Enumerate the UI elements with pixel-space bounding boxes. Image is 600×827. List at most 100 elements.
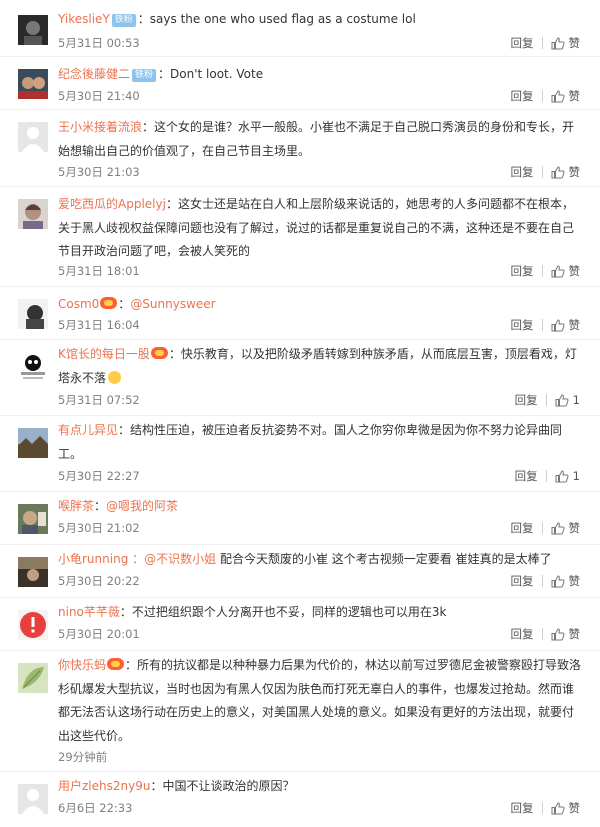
like-label: 赞 — [568, 801, 581, 815]
mention-link[interactable]: ：@不识数小姐 — [132, 552, 216, 566]
comment-item: K馆长的每日一股 ：快乐教育，以及把阶级矛盾转嫁到种族矛盾，从而底层互害，顶层看戏… — [0, 340, 600, 416]
username-link[interactable]: 你快乐蚂 — [58, 658, 106, 672]
comment-body: 配合今天颓废的小崔 这个考古视频一定要看 崔娃真的是太棒了 — [219, 552, 552, 566]
avatar[interactable] — [18, 69, 48, 99]
divider — [541, 319, 543, 331]
mention-link[interactable]: @嗯我的阿茶 — [106, 499, 178, 513]
reply-button[interactable]: 回复 — [511, 35, 534, 51]
avatar[interactable] — [18, 557, 48, 587]
reply-button[interactable]: 回复 — [511, 626, 534, 642]
like-button[interactable]: 赞 — [551, 520, 581, 536]
like-label: 赞 — [568, 318, 581, 332]
avatar[interactable] — [18, 663, 48, 693]
like-button[interactable]: 赞 — [551, 263, 581, 279]
timestamp: 5月31日 18:01 — [58, 264, 140, 278]
comment-actions: 回复 1 — [515, 468, 580, 484]
reply-button[interactable]: 回复 — [511, 800, 534, 816]
like-label: 赞 — [568, 627, 581, 641]
like-button[interactable]: 赞 — [551, 164, 580, 180]
timestamp: 5月30日 21:03 — [58, 165, 140, 179]
like-label: 赞 — [568, 36, 581, 50]
avatar[interactable] — [18, 15, 48, 45]
avatar[interactable] — [18, 504, 48, 534]
comment-text: nino芊芊薇：不过把组织跟个人分离开也不妥，同样的逻辑也可以用在3k — [58, 601, 582, 625]
timestamp: 5月30日 22:27 — [58, 469, 140, 483]
avatar[interactable] — [18, 784, 48, 814]
like-button[interactable]: 赞 — [551, 88, 581, 104]
like-button[interactable]: 赞 — [551, 35, 581, 51]
divider — [541, 37, 543, 49]
like-label: 赞 — [568, 89, 581, 103]
reply-button[interactable]: 回复 — [511, 520, 534, 536]
username-link[interactable]: 有点儿异见 — [58, 423, 118, 437]
divider — [541, 90, 543, 102]
comment-actions: 回复 赞 — [511, 520, 581, 536]
comment-body: ： — [94, 499, 107, 513]
comment-body: ： — [118, 297, 131, 311]
username-link[interactable]: 王小米接着流浪 — [58, 120, 142, 134]
comment-actions: 回复 赞 — [511, 164, 581, 180]
reply-button[interactable]: 回复 — [515, 468, 538, 484]
thumbs-up-icon — [555, 469, 569, 482]
comment-item: Cosm0 ：@Sunnysweer 5月31日 16:04 回复 赞 — [0, 287, 600, 340]
avatar[interactable] — [18, 122, 48, 152]
comment-actions: 回复 赞 — [511, 317, 581, 333]
comment-text: 爱吃西瓜的Applelyj：这女士还是站在白人和上层阶级来说话的，她思考的人多问… — [58, 193, 582, 264]
like-button[interactable]: 赞 — [551, 800, 581, 816]
reply-button[interactable]: 回复 — [511, 573, 534, 589]
divider — [545, 394, 547, 406]
comment-actions: 回复 赞 — [511, 88, 581, 104]
username-link[interactable]: K馆长的每日一股 — [58, 347, 150, 361]
thumbs-up-icon — [551, 801, 564, 814]
username-link[interactable]: Cosm0 — [58, 297, 99, 311]
thumbs-up-icon — [551, 89, 564, 102]
comment-actions: 回复 赞 — [511, 573, 581, 589]
avatar[interactable] — [18, 299, 48, 329]
thumbs-up-icon — [551, 36, 564, 49]
avatar[interactable] — [18, 199, 48, 229]
divider — [541, 802, 543, 814]
like-button[interactable]: 赞 — [551, 626, 581, 642]
like-label: 赞 — [568, 521, 581, 535]
username-link[interactable]: 爱吃西瓜的Applelyj — [58, 197, 166, 211]
comment-text: 用户zlehs2ny9u：中国不让谈政治的原因？ — [58, 775, 582, 799]
username-link[interactable]: 喉胖茶 — [58, 499, 94, 513]
comment-text: Cosm0 ：@Sunnysweer — [58, 293, 582, 317]
divider — [541, 166, 543, 178]
reply-button[interactable]: 回复 — [511, 317, 534, 333]
avatar[interactable] — [18, 610, 48, 640]
thumbs-up-icon — [551, 318, 564, 331]
comment-text: 有点儿异见：结构性压迫，被压迫者反抗姿势不对。国人之你穷你卑微是因为你不努力论异… — [58, 419, 582, 466]
like-button[interactable]: 1 — [555, 393, 580, 407]
avatar[interactable] — [18, 428, 48, 458]
username-link[interactable]: 用户zlehs2ny9u — [58, 779, 150, 793]
comment-item: 有点儿异见：结构性压迫，被压迫者反抗姿势不对。国人之你穷你卑微是因为你不努力论异… — [0, 416, 600, 492]
thumbs-up-icon — [551, 521, 564, 534]
comment-text: 你快乐蚂 ：所有的抗议都是以种种暴力后果为代价的，林达以前写过罗德尼金被警察殴打导… — [58, 654, 582, 748]
username-link[interactable]: 小龟running — [58, 552, 128, 566]
timestamp: 6月6日 22:33 — [58, 801, 133, 815]
comment-item: 用户zlehs2ny9u：中国不让谈政治的原因？ 6月6日 22:33 回复 赞 — [0, 772, 600, 827]
reply-button[interactable]: 回复 — [511, 88, 534, 104]
reply-button[interactable]: 回复 — [515, 392, 538, 408]
like-button[interactable]: 赞 — [551, 573, 580, 589]
username-link[interactable]: YikeslieY — [58, 12, 110, 26]
like-button[interactable]: 赞 — [551, 317, 581, 333]
username-link[interactable]: 纪念後藤健二 — [58, 67, 130, 81]
username-link[interactable]: nino芊芊薇 — [58, 605, 120, 619]
mention-link[interactable]: @Sunnysweer — [130, 297, 215, 311]
like-button[interactable]: 1 — [555, 469, 580, 483]
vip-icon — [107, 658, 125, 670]
reply-button[interactable]: 回复 — [511, 263, 534, 279]
comment-item: YikeslieY 铁粉 ：says the one who used flag a… — [0, 0, 600, 57]
thumbs-up-icon — [555, 393, 569, 406]
comment-actions: 回复 赞 — [511, 626, 581, 642]
reply-button[interactable]: 回复 — [511, 164, 534, 180]
comment-text: 纪念後藤健二 铁粉 ：Don't loot. Vote — [58, 63, 582, 87]
comment-text: 王小米接着流浪：这个女的是谁？水平一般般。小崔也不满足于自己脱口秀演员的身份和专… — [58, 116, 582, 163]
like-label: 赞 — [568, 264, 581, 278]
comment-body: ：says the one who used flag as a costume… — [137, 12, 416, 26]
avatar[interactable] — [18, 352, 48, 382]
fan-badge: 铁粉 — [111, 14, 136, 27]
comment-item: 爱吃西瓜的Applelyj：这女士还是站在白人和上层阶级来说话的，她思考的人多问… — [0, 187, 600, 287]
